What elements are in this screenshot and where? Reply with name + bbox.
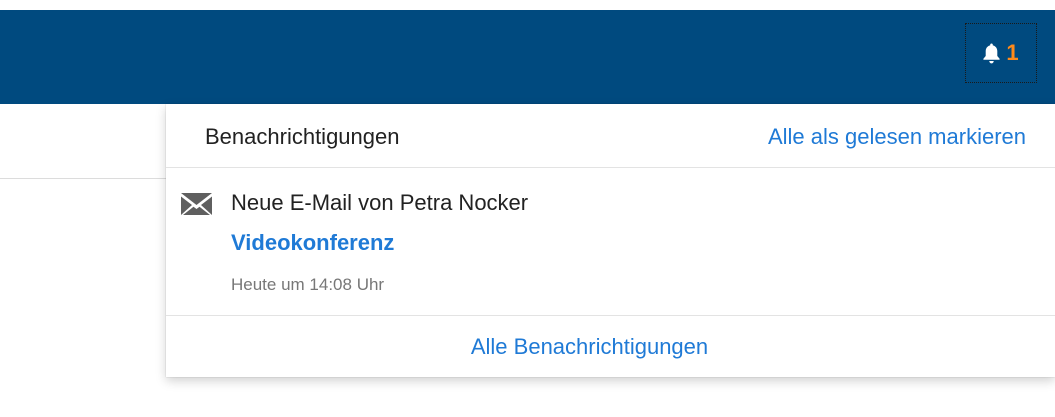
top-strip: [0, 0, 1055, 10]
dropdown-title: Benachrichtigungen: [205, 124, 400, 149]
subheader-divider: [0, 178, 170, 179]
notifications-dropdown: Benachrichtigungen Alle als gelesen mark…: [166, 104, 1055, 377]
notification-count-badge: 1: [1006, 40, 1019, 65]
page: 1 Benachrichtigungen Alle als gelesen ma…: [0, 0, 1055, 417]
navbar: [0, 10, 1055, 104]
notification-text: Neue E-Mail von Petra Nocker: [231, 190, 529, 215]
mark-all-read-link[interactable]: Alle als gelesen markieren: [768, 124, 1026, 150]
dropdown-footer: Alle Benachrichtigungen: [166, 316, 1055, 377]
notifications-toggle-button[interactable]: 1: [965, 23, 1037, 83]
all-notifications-link[interactable]: Alle Benachrichtigungen: [471, 334, 708, 360]
notification-timestamp: Heute um 14:08 Uhr: [231, 275, 385, 294]
envelope-icon: [181, 193, 212, 215]
dropdown-header: Benachrichtigungen Alle als gelesen mark…: [166, 104, 1055, 168]
bell-icon: [983, 43, 1000, 64]
notification-item[interactable]: Neue E-Mail von Petra Nocker Videokonfer…: [166, 168, 1055, 316]
notification-subject-link[interactable]: Videokonferenz: [231, 230, 394, 256]
